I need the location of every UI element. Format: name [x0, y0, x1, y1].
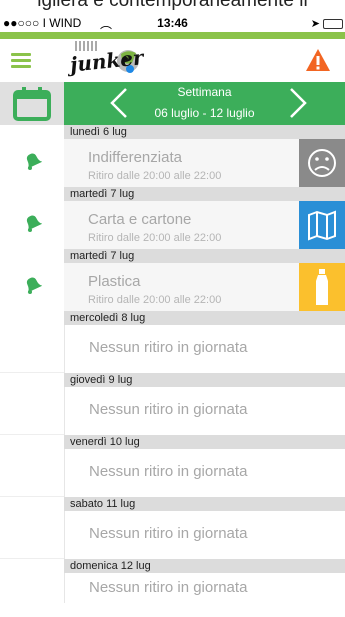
day-label: domenica 12 lug — [64, 559, 345, 573]
pickup-entry: Nessun ritiro in giornata — [64, 573, 345, 603]
calendar-button[interactable] — [0, 82, 64, 125]
day-row: martedì 7 lug Carta e cartone Ritiro dal… — [0, 187, 345, 249]
waste-type: Indifferenziata — [88, 149, 182, 166]
day-label: lunedì 6 lug — [64, 125, 345, 139]
status-bar: ●●○○○ I WIND ︵ 13:46 ➤ — [0, 14, 345, 32]
pickup-time: Ritiro dalle 20:00 alle 22:00 — [88, 294, 222, 306]
bottle-icon — [299, 263, 345, 311]
pickup-entry[interactable]: Carta e cartone Ritiro dalle 20:00 alle … — [64, 201, 345, 249]
bell-icon[interactable] — [22, 275, 43, 300]
clock: 13:46 — [157, 16, 188, 30]
day-row: venerdì 10 lug Nessun ritiro in giornata — [0, 435, 345, 497]
no-pickup-text: Nessun ritiro in giornata — [89, 525, 248, 542]
app-header: junker — [0, 39, 345, 82]
day-row: sabato 11 lug Nessun ritiro in giornata — [0, 497, 345, 559]
week-navigator: Settimana 06 luglio - 12 luglio — [0, 82, 345, 125]
no-pickup-text: Nessun ritiro in giornata — [89, 463, 248, 480]
warning-icon[interactable] — [305, 48, 331, 77]
pickup-entry: Nessun ritiro in giornata — [64, 387, 345, 435]
bell-icon[interactable] — [22, 213, 43, 238]
day-row: giovedì 9 lug Nessun ritiro in giornata — [0, 373, 345, 435]
day-row: martedì 7 lug Plastica Ritiro dalle 20:0… — [0, 249, 345, 311]
pickup-entry: Nessun ritiro in giornata — [64, 449, 345, 497]
day-label: sabato 11 lug — [64, 497, 345, 511]
day-label: giovedì 9 lug — [64, 373, 345, 387]
day-row: domenica 12 lug Nessun ritiro in giornat… — [0, 559, 345, 603]
day-label: martedì 7 lug — [64, 187, 345, 201]
location-icon: ➤ — [310, 18, 320, 30]
calendar-icon — [13, 87, 51, 121]
no-pickup-text: Nessun ritiro in giornata — [89, 579, 248, 596]
no-pickup-text: Nessun ritiro in giornata — [89, 401, 248, 418]
top-accent-bar — [0, 32, 345, 39]
sad-face-icon — [299, 139, 345, 187]
day-label: venerdì 10 lug — [64, 435, 345, 449]
battery-icon — [323, 18, 343, 29]
day-label: mercoledì 8 lug — [64, 311, 345, 325]
bell-icon[interactable] — [22, 151, 43, 176]
pickup-entry[interactable]: Plastica Ritiro dalle 20:00 alle 22:00 — [64, 263, 345, 311]
week-header: Settimana 06 luglio - 12 luglio — [64, 82, 345, 125]
app-logo: junker — [66, 39, 146, 82]
day-label: martedì 7 lug — [64, 249, 345, 263]
day-row: lunedì 6 lug Indifferenziata Ritiro dall… — [0, 125, 345, 187]
pickup-entry: Nessun ritiro in giornata — [64, 511, 345, 559]
next-week-button[interactable] — [287, 86, 309, 128]
pickup-entry: Nessun ritiro in giornata — [64, 325, 345, 373]
no-pickup-text: Nessun ritiro in giornata — [89, 339, 248, 356]
pickup-list: lunedì 6 lug Indifferenziata Ritiro dall… — [0, 125, 345, 603]
waste-type: Carta e cartone — [88, 211, 192, 228]
pickup-time: Ritiro dalle 20:00 alle 22:00 — [88, 232, 222, 244]
menu-icon[interactable] — [11, 53, 31, 69]
day-row: mercoledì 8 lug Nessun ritiro in giornat… — [0, 311, 345, 373]
pickup-entry[interactable]: Indifferenziata Ritiro dalle 20:00 alle … — [64, 139, 345, 187]
waste-type: Plastica — [88, 273, 141, 290]
map-icon — [299, 201, 345, 249]
pickup-time: Ritiro dalle 20:00 alle 22:00 — [88, 170, 222, 182]
